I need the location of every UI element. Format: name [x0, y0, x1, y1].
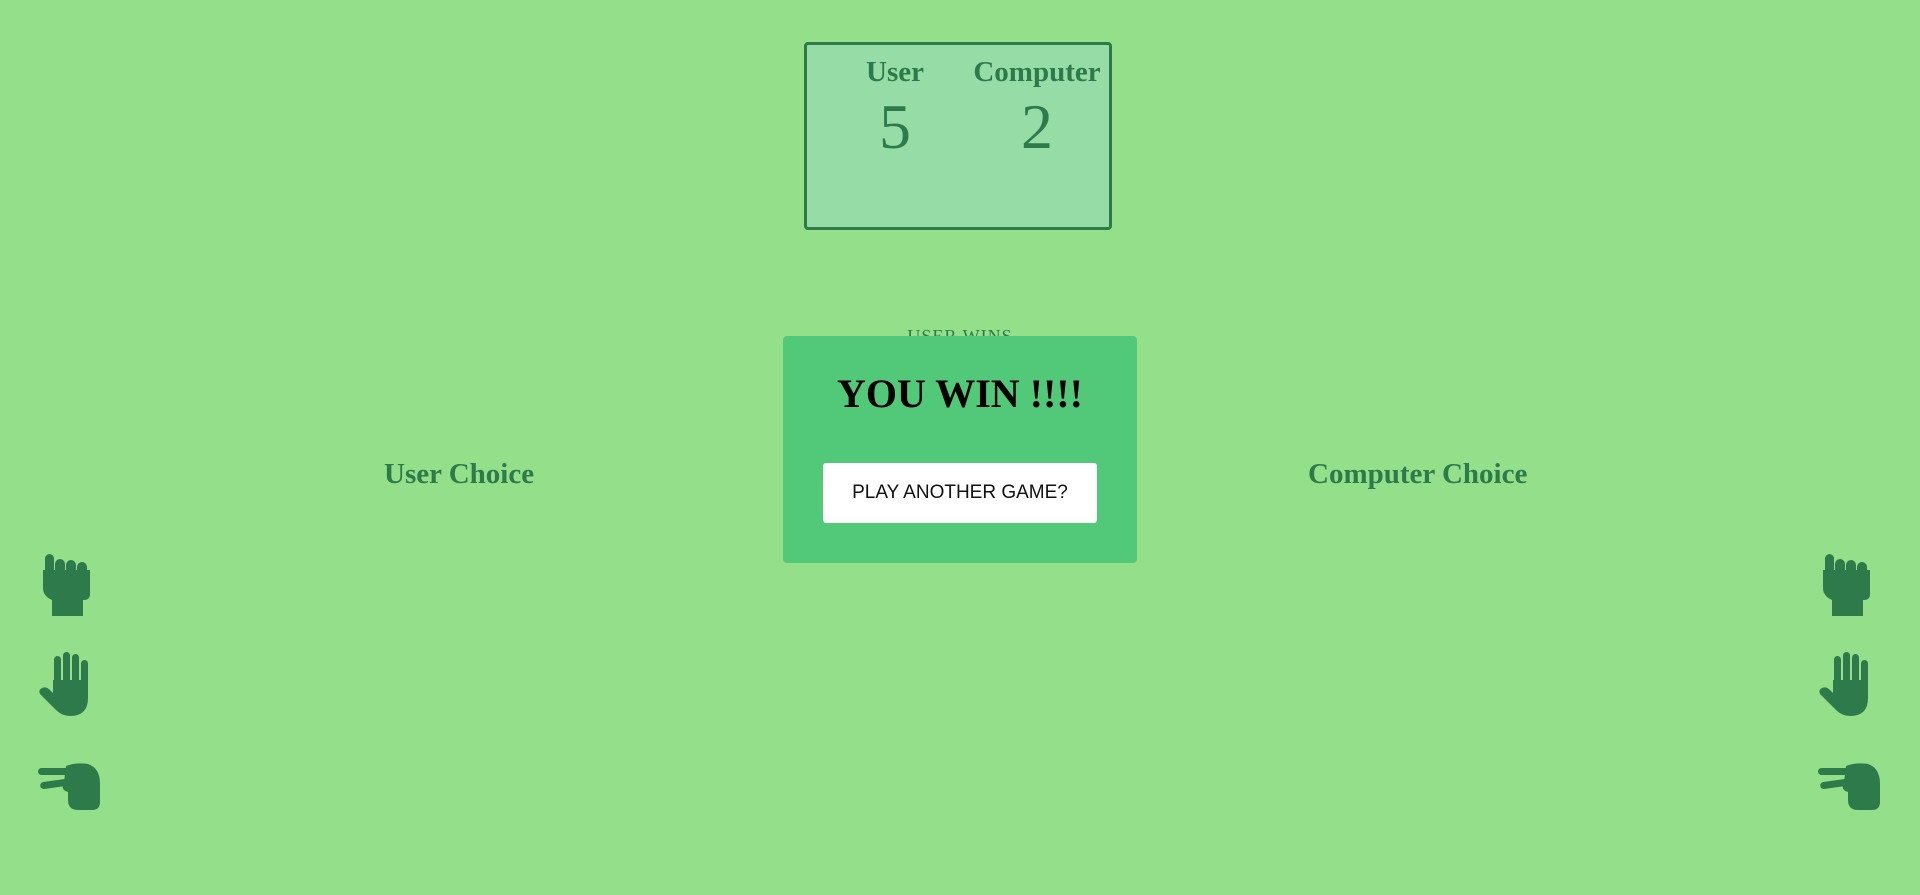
- result-popup: YOU WIN !!!! PLAY ANOTHER GAME?: [783, 336, 1137, 563]
- rock-icon: [1818, 550, 1882, 620]
- play-again-button[interactable]: PLAY ANOTHER GAME?: [823, 463, 1097, 523]
- computer-choice-options: [1818, 550, 1882, 850]
- result-title: YOU WIN !!!!: [837, 371, 1083, 416]
- paper-icon: [1818, 650, 1882, 720]
- scoreboard: User 5 Computer 2: [804, 42, 1112, 230]
- rock-icon[interactable]: [38, 550, 102, 620]
- user-choice-heading: User Choice: [384, 458, 535, 490]
- scissors-icon[interactable]: [38, 750, 102, 820]
- computer-choice-heading: Computer Choice: [1308, 458, 1528, 490]
- user-score-value: 5: [879, 90, 911, 162]
- computer-score-value: 2: [1021, 90, 1053, 162]
- paper-icon[interactable]: [38, 650, 102, 720]
- computer-score-label: Computer: [973, 56, 1101, 88]
- user-score-column: User 5: [845, 55, 945, 162]
- scissors-icon: [1818, 750, 1882, 820]
- user-choice-options: [38, 550, 102, 850]
- computer-score-column: Computer 2: [967, 55, 1107, 162]
- user-score-label: User: [866, 56, 924, 88]
